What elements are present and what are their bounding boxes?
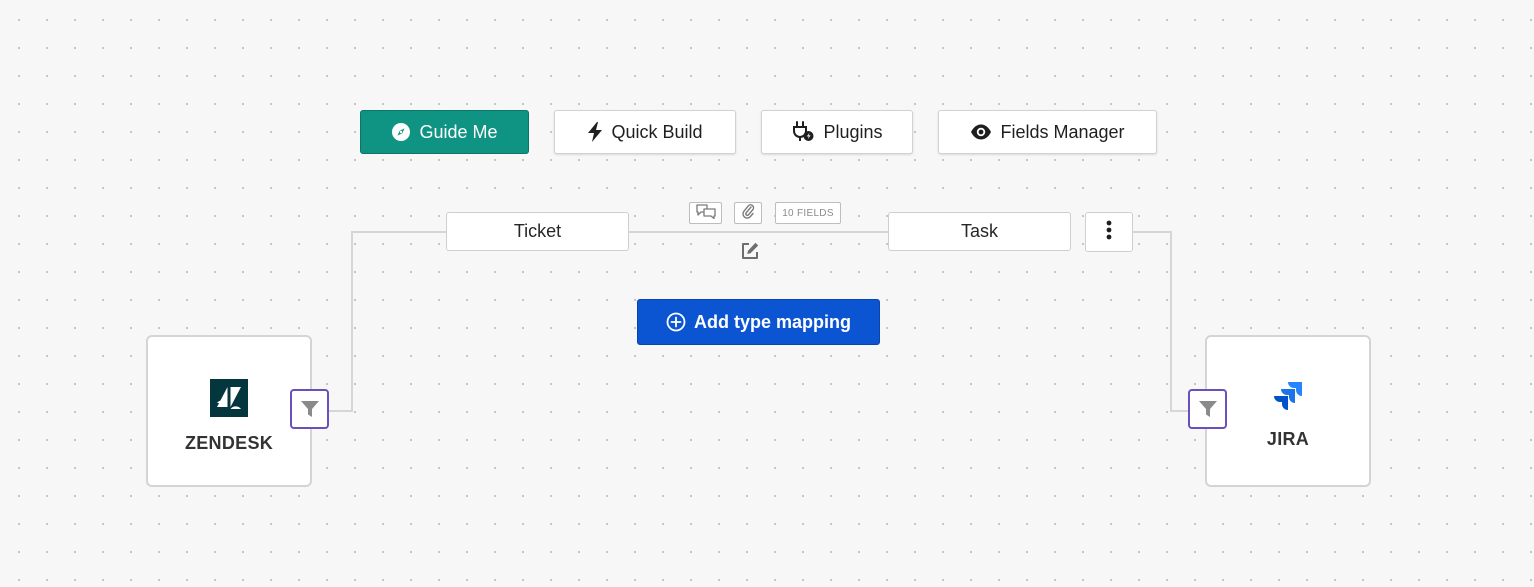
zendesk-logo-icon bbox=[210, 378, 248, 417]
jira-filter-button[interactable] bbox=[1188, 389, 1227, 429]
connector-left-horizontal-top bbox=[351, 231, 447, 233]
right-entity-type[interactable]: Task bbox=[888, 212, 1071, 251]
kebab-menu-icon bbox=[1106, 220, 1112, 245]
filter-icon bbox=[1198, 399, 1218, 419]
workflow-canvas: Guide Me Quick Build Plugins Fields Mana… bbox=[0, 0, 1534, 587]
fields-manager-label: Fields Manager bbox=[1000, 121, 1125, 142]
guide-me-label: Guide Me bbox=[419, 121, 498, 142]
quick-build-button[interactable]: Quick Build bbox=[554, 110, 736, 154]
zendesk-platform-card[interactable]: ZENDESK bbox=[146, 335, 312, 487]
guide-me-button[interactable]: Guide Me bbox=[360, 110, 529, 154]
compass-icon bbox=[391, 122, 411, 142]
lightning-icon bbox=[587, 122, 603, 142]
comments-icon bbox=[695, 203, 717, 224]
paperclip-icon bbox=[741, 203, 755, 224]
connector-right-horizontal-top bbox=[1133, 231, 1172, 233]
more-options-button[interactable] bbox=[1085, 212, 1133, 252]
fields-count-label: 10 FIELDS bbox=[782, 207, 834, 219]
add-type-mapping-button[interactable]: Add type mapping bbox=[637, 299, 880, 345]
quick-build-label: Quick Build bbox=[611, 121, 703, 142]
attachments-sync-button[interactable] bbox=[734, 202, 762, 224]
jira-platform-card[interactable]: JIRA bbox=[1205, 335, 1371, 487]
eye-icon bbox=[970, 124, 992, 140]
connector-left-vertical bbox=[351, 231, 353, 412]
plug-icon bbox=[791, 121, 815, 143]
right-entity-type-label: Task bbox=[960, 221, 998, 241]
connector-middle bbox=[628, 231, 889, 233]
connector-left-horizontal-bottom bbox=[329, 410, 353, 412]
left-entity-type[interactable]: Ticket bbox=[446, 212, 629, 251]
plugins-button[interactable]: Plugins bbox=[761, 110, 913, 154]
filter-icon bbox=[300, 399, 320, 419]
edit-mapping-icon[interactable] bbox=[739, 240, 761, 262]
fields-manager-button[interactable]: Fields Manager bbox=[938, 110, 1157, 154]
comments-sync-button[interactable] bbox=[689, 202, 722, 224]
left-entity-type-label: Ticket bbox=[513, 221, 562, 241]
jira-label: JIRA bbox=[1266, 428, 1310, 449]
connector-right-horizontal-bottom bbox=[1170, 410, 1190, 412]
add-type-mapping-label: Add type mapping bbox=[694, 311, 851, 332]
zendesk-label: ZENDESK bbox=[184, 432, 274, 453]
fields-count-badge[interactable]: 10 FIELDS bbox=[775, 202, 841, 224]
zendesk-filter-button[interactable] bbox=[290, 389, 329, 429]
jira-logo-icon bbox=[1273, 381, 1303, 413]
plugins-label: Plugins bbox=[823, 121, 883, 142]
connector-right-vertical bbox=[1170, 231, 1172, 412]
plus-circle-icon bbox=[666, 312, 686, 332]
